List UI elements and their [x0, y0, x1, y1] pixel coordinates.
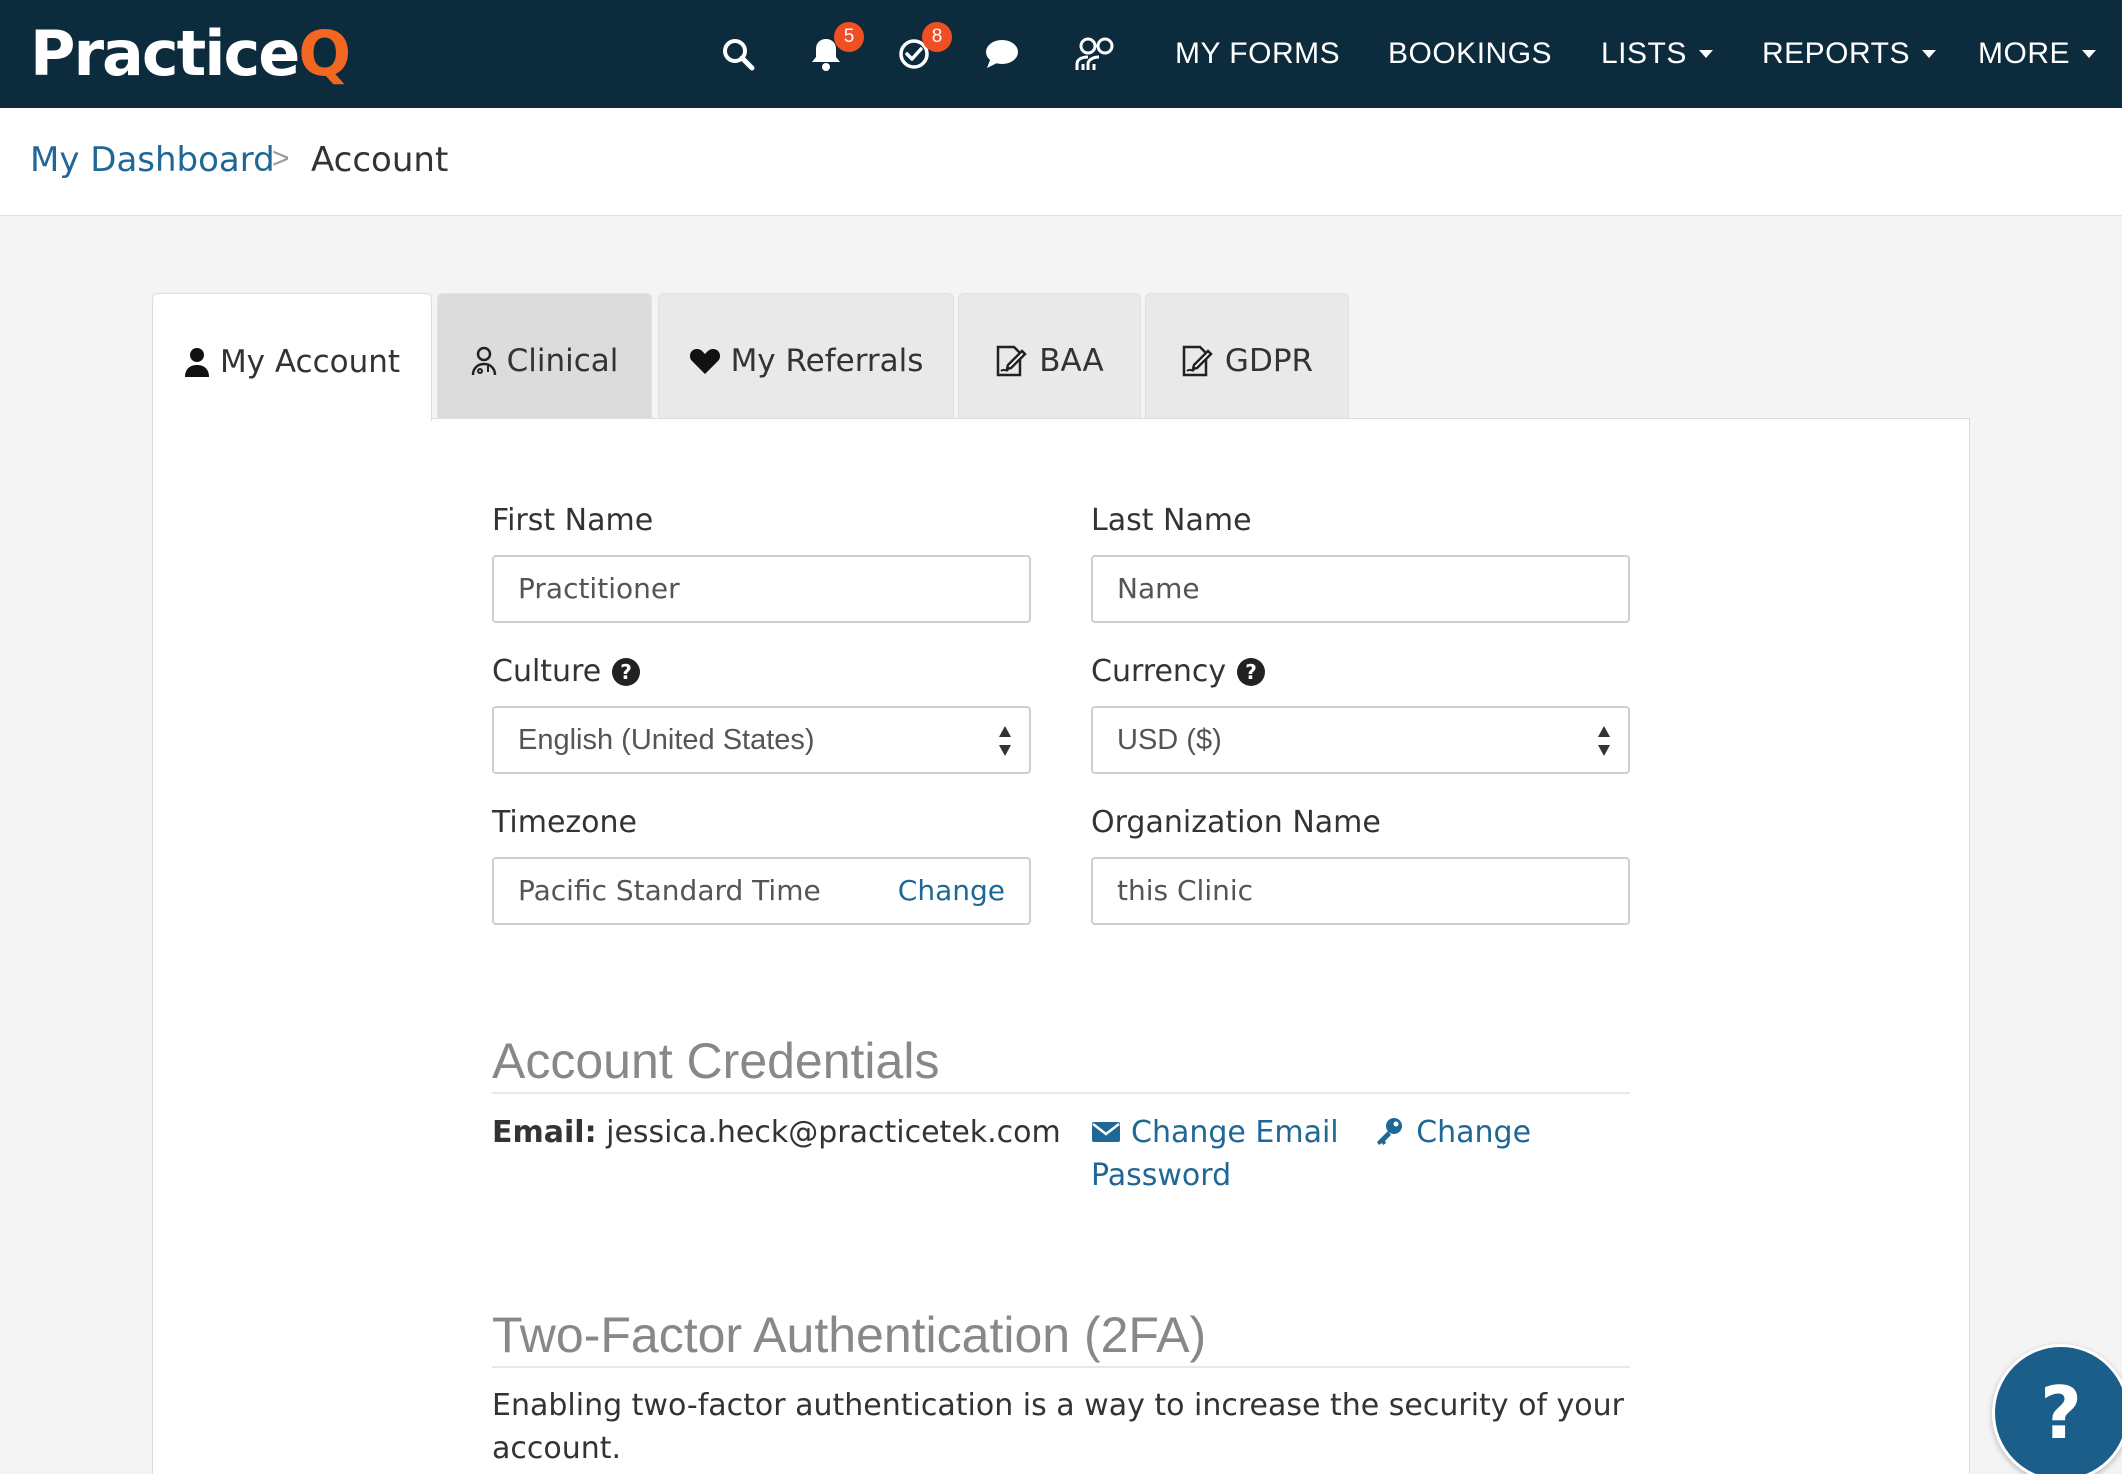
nav-more-dropdown[interactable]: MORE [1978, 34, 2096, 74]
email-value: jessica.heck@practicetek.com [606, 1115, 1061, 1150]
user-icon [184, 347, 209, 377]
credentials-actions: Change Email Change Password [1091, 1111, 1631, 1197]
question-mark-icon: ? [2040, 1378, 2082, 1448]
breadcrumb-separator: > [272, 142, 290, 175]
question-circle-icon[interactable]: ? [611, 657, 641, 687]
chat-bubble-icon[interactable] [976, 28, 1028, 80]
tasks-check-icon[interactable]: 8 [888, 22, 952, 80]
tab-my-account-label: My Account [219, 343, 401, 380]
organization-name-label: Organization Name [1091, 805, 1381, 840]
practiceq-logo[interactable]: PracticeQ [30, 18, 351, 90]
select-arrows-icon [999, 726, 1011, 756]
tab-gdpr-label: GDPR [1224, 342, 1314, 379]
search-icon[interactable] [712, 28, 764, 80]
last-name-field[interactable]: Name [1091, 555, 1630, 623]
last-name-label: Last Name [1091, 503, 1252, 538]
first-name-label: First Name [492, 503, 654, 538]
first-name-field[interactable]: Practitioner [492, 555, 1031, 623]
two-factor-description: Enabling two-factor authentication is a … [492, 1388, 1625, 1466]
breadcrumb: My Dashboard > Account [0, 108, 2122, 216]
culture-select[interactable]: English (United States) [492, 706, 1031, 774]
svg-text:?: ? [620, 660, 632, 684]
envelope-icon [1092, 1122, 1120, 1142]
signed-document-icon [996, 345, 1027, 376]
tab-clinical[interactable]: Clinical [437, 293, 652, 419]
chevron-down-icon [1921, 50, 1936, 58]
top-navbar: PracticeQ 5 8 MY FORMS BOOKINGS LISTS RE… [0, 0, 2122, 108]
heart-icon [689, 348, 720, 374]
clinician-icon [471, 346, 496, 375]
notifications-bell-icon[interactable]: 5 [800, 22, 864, 80]
timezone-label: Timezone [492, 805, 637, 840]
chevron-down-icon [2082, 50, 2096, 58]
timezone-field: Pacific Standard Time Change [492, 857, 1031, 925]
breadcrumb-dashboard-link[interactable]: My Dashboard [30, 140, 275, 180]
timezone-change-link[interactable]: Change [898, 859, 1005, 923]
question-circle-icon[interactable]: ? [1236, 657, 1266, 687]
clients-group-icon[interactable] [1070, 28, 1122, 80]
svg-text:?: ? [1245, 660, 1257, 684]
nav-bookings[interactable]: BOOKINGS [1388, 34, 1552, 74]
tab-my-referrals[interactable]: My Referrals [658, 293, 954, 419]
svg-text:?: ? [2040, 1378, 2082, 1448]
tab-baa[interactable]: BAA [958, 293, 1141, 419]
change-email-link[interactable]: Change Email [1091, 1115, 1348, 1150]
nav-reports-dropdown[interactable]: REPORTS [1762, 34, 1936, 74]
currency-label: Currency ? [1091, 654, 1266, 689]
tab-baa-label: BAA [1039, 342, 1104, 379]
chevron-down-icon [1698, 50, 1713, 58]
tab-my-account[interactable]: My Account [152, 293, 432, 421]
tab-clinical-label: Clinical [506, 342, 619, 379]
email-display: Email: jessica.heck@practicetek.com [492, 1111, 1061, 1154]
nav-my-forms[interactable]: MY FORMS [1175, 34, 1340, 74]
two-factor-heading: Two-Factor Authentication (2FA) [492, 1306, 1630, 1368]
breadcrumb-current: Account [311, 140, 449, 180]
help-button[interactable]: ? [1992, 1344, 2122, 1474]
account-credentials-heading: Account Credentials [492, 1032, 1630, 1094]
tab-gdpr[interactable]: GDPR [1145, 293, 1349, 419]
culture-label: Culture ? [492, 654, 641, 689]
organization-name-field[interactable]: this Clinic [1091, 857, 1630, 925]
tab-my-referrals-label: My Referrals [730, 342, 924, 379]
notifications-badge: 5 [834, 22, 864, 52]
select-arrows-icon [1598, 726, 1610, 756]
currency-select[interactable]: USD ($) [1091, 706, 1630, 774]
signed-document-icon [1182, 345, 1213, 376]
email-label: Email: [492, 1115, 597, 1150]
key-icon [1377, 1118, 1403, 1145]
nav-lists-dropdown[interactable]: LISTS [1601, 34, 1713, 74]
tasks-badge: 8 [922, 22, 952, 52]
